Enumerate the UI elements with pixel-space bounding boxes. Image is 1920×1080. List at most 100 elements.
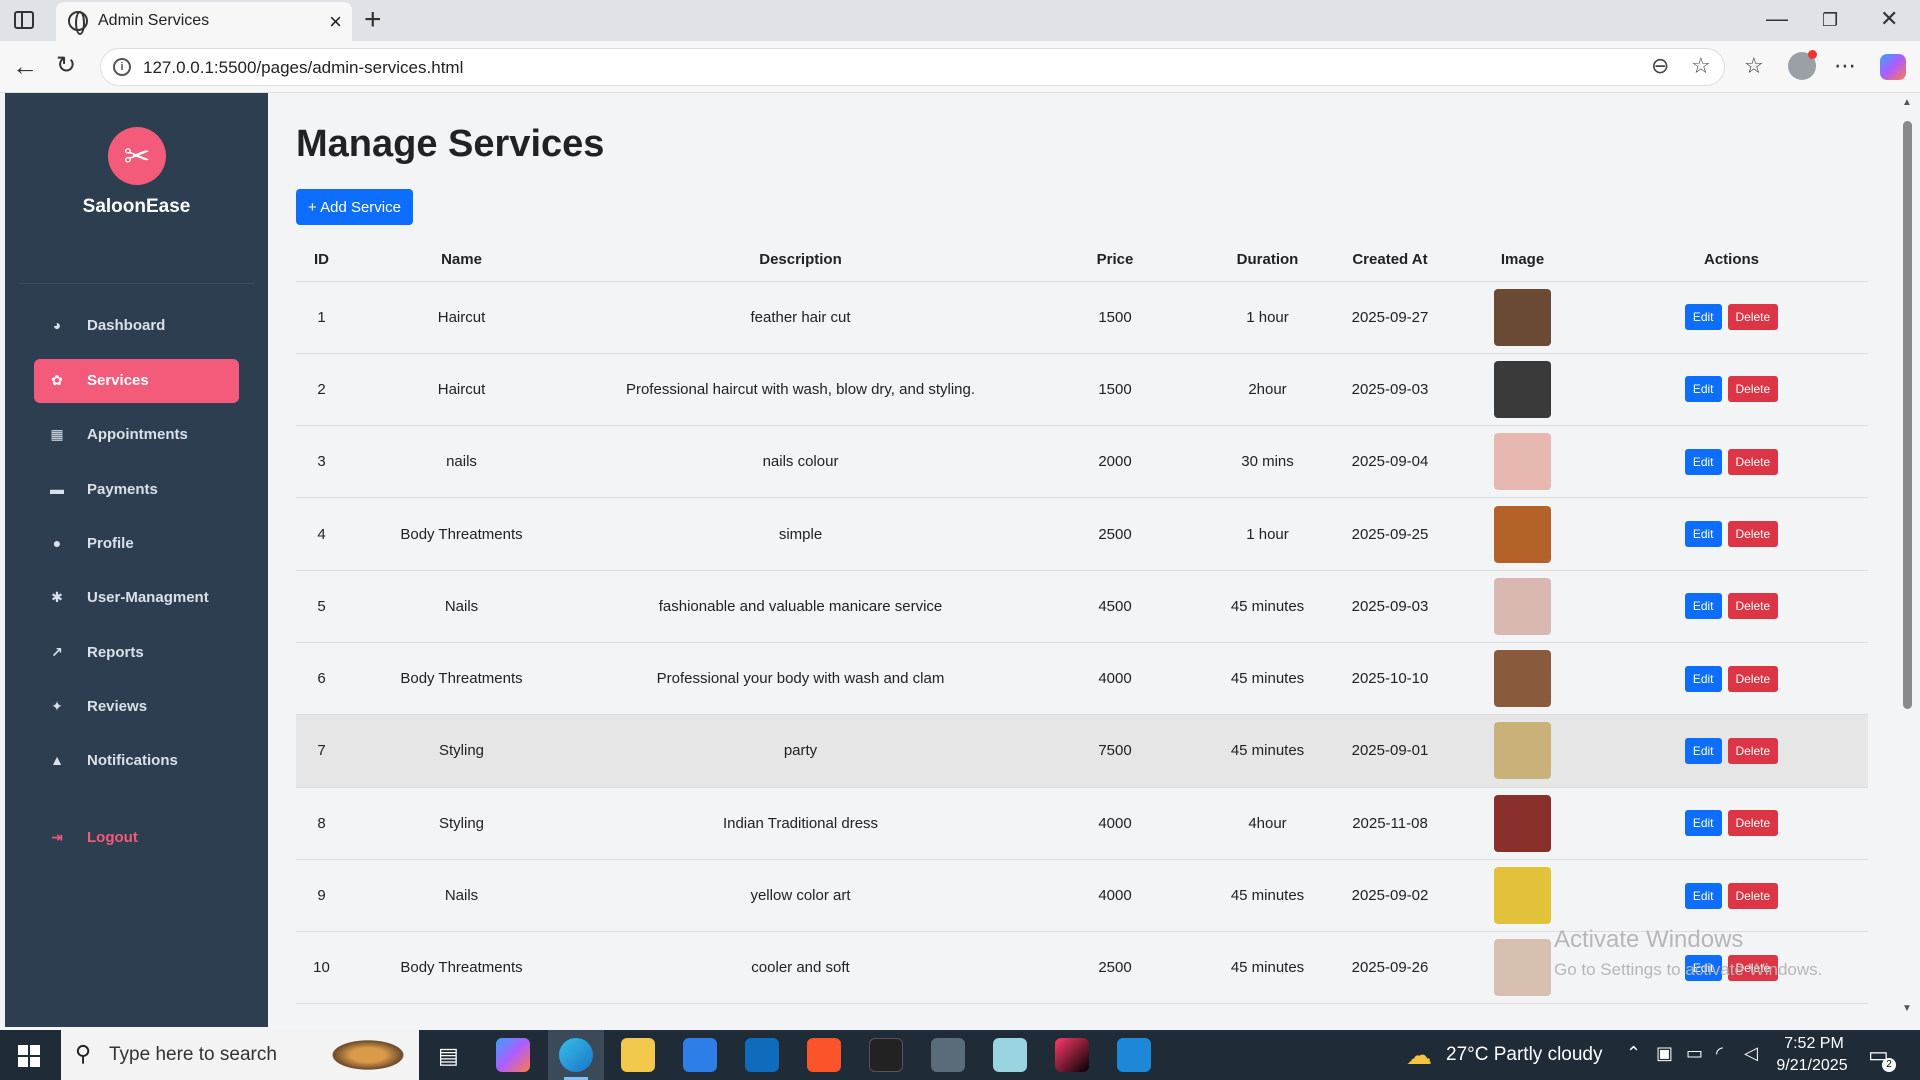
service-description-cell: yellow color art [576, 859, 1025, 933]
service-image-cell [1450, 714, 1595, 788]
edit-button[interactable]: Edit [1684, 521, 1722, 548]
service-actions-cell: Edit Delete [1595, 931, 1868, 1005]
column-header: Price [1025, 239, 1205, 282]
delete-button[interactable]: Delete [1727, 304, 1779, 331]
scroll-down-icon[interactable]: ▼ [1902, 1003, 1912, 1014]
edit-button[interactable]: Edit [1684, 376, 1722, 403]
volume-icon[interactable]: ◁ [1744, 1043, 1758, 1064]
app-icon[interactable] [931, 1038, 965, 1072]
page-title: Manage Services [296, 123, 605, 165]
sidebar-item-services[interactable]: ✿ Services [34, 359, 239, 403]
service-duration-cell: 1 hour [1205, 497, 1330, 571]
sidebar-item-reviews[interactable]: ✦ Reviews [34, 685, 239, 729]
brave-icon[interactable] [807, 1038, 841, 1072]
favorite-star-icon[interactable]: ☆ [1691, 53, 1711, 79]
task-view-icon[interactable]: ▤ [438, 1043, 459, 1069]
add-service-button[interactable]: + Add Service [296, 189, 413, 225]
delete-button[interactable]: Delete [1727, 521, 1779, 548]
sidebar-item-reports[interactable]: ↗ Reports [34, 631, 239, 675]
scroll-up-icon[interactable]: ▲ [1902, 97, 1912, 108]
sidebar-item-payments[interactable]: ▬ Payments [34, 468, 239, 512]
sidebar-item-notifications[interactable]: ▲ Notifications [34, 739, 239, 783]
service-id-cell: 10 [296, 931, 347, 1005]
sidebar-item-appointments[interactable]: ▦ Appointments [34, 413, 239, 457]
intellij-icon[interactable] [1055, 1038, 1089, 1072]
delete-button[interactable]: Delete [1727, 882, 1779, 909]
page-scrollbar[interactable]: ▲ ▼ [1898, 93, 1916, 1030]
delete-button[interactable]: Delete [1727, 376, 1779, 403]
edit-button[interactable]: Edit [1684, 593, 1722, 620]
outlook-icon[interactable] [745, 1038, 779, 1072]
tab-actions-icon[interactable] [14, 11, 34, 29]
edit-button[interactable]: Edit [1684, 882, 1722, 909]
clock-date[interactable]: 9/21/2025 [1772, 1057, 1852, 1075]
edit-button[interactable]: Edit [1684, 954, 1722, 981]
chevron-up-icon[interactable]: ⌃ [1626, 1043, 1641, 1064]
service-description-cell: nails colour [576, 425, 1025, 499]
weather-icon[interactable]: ☁ [1406, 1040, 1432, 1071]
close-window-icon[interactable]: ✕ [1880, 6, 1898, 32]
sidebar-item-label: Services [87, 372, 149, 389]
microsoft-store-icon[interactable] [683, 1038, 717, 1072]
restore-icon[interactable]: ❐ [1822, 10, 1838, 31]
scrollbar-thumb[interactable] [1903, 121, 1912, 709]
service-price-cell: 4000 [1025, 859, 1205, 933]
brand-name: SaloonEase [82, 196, 191, 217]
delete-button[interactable]: Delete [1727, 810, 1779, 837]
table-header-row: ID Name Description Price Duration Creat… [296, 239, 1868, 282]
column-header: Duration [1205, 239, 1330, 282]
weather-text[interactable]: 27°C Partly cloudy [1446, 1044, 1603, 1066]
windows-start-icon[interactable] [18, 1045, 40, 1067]
copilot-icon[interactable] [1880, 54, 1906, 80]
delete-button[interactable]: Delete [1727, 448, 1779, 475]
taskbar-search-input[interactable]: ⚲ Type here to search [61, 1030, 419, 1080]
site-info-icon[interactable]: i [113, 58, 131, 76]
vscode-icon[interactable] [1117, 1038, 1151, 1072]
favorites-icon[interactable]: ☆ [1744, 53, 1764, 79]
notes-app-icon[interactable] [993, 1038, 1027, 1072]
service-id-cell: 8 [296, 787, 347, 860]
mysql-icon[interactable] [869, 1038, 903, 1072]
edit-button[interactable]: Edit [1684, 304, 1722, 331]
service-created-at-cell: 2025-09-02 [1330, 859, 1450, 933]
edit-button[interactable]: Edit [1684, 810, 1722, 837]
table-row: 2 Haircut Professional haircut with wash, … [296, 353, 1868, 427]
table-row: 10 Body Threatments cooler and soft 2500 45 … [296, 931, 1868, 1005]
delete-button[interactable]: Delete [1727, 737, 1779, 764]
edge-app-icon[interactable] [559, 1038, 593, 1072]
service-duration-cell: 45 minutes [1205, 714, 1330, 788]
zoom-icon[interactable]: ⊖ [1651, 53, 1669, 79]
sidebar-item-user-management[interactable]: ✱ User-Managment [34, 576, 239, 620]
device-icon[interactable]: ▣ [1656, 1043, 1673, 1064]
browser-tab[interactable]: Admin Services × [56, 2, 352, 41]
service-duration-cell: 4hour [1205, 787, 1330, 860]
delete-button[interactable]: Delete [1727, 665, 1779, 692]
more-menu-icon[interactable]: ⋯ [1834, 53, 1856, 79]
sidebar-item-label: Reviews [87, 698, 148, 715]
table-row: 6 Body Threatments Professional your body … [296, 642, 1868, 716]
delete-button[interactable]: Delete [1727, 593, 1779, 620]
battery-icon[interactable]: ▭ [1686, 1043, 1703, 1064]
url-field[interactable]: i 127.0.0.1:5500/pages/admin-services.ht… [100, 48, 1725, 86]
windows-taskbar: ⚲ Type here to search ▤ ☁ 27°C Partly cl… [0, 1030, 1920, 1080]
refresh-icon[interactable]: ↻ [56, 51, 76, 80]
service-created-at-cell: 2025-09-26 [1330, 931, 1450, 1005]
service-id-cell: 4 [296, 497, 347, 571]
copilot-app-icon[interactable] [496, 1038, 530, 1072]
close-tab-icon[interactable]: × [329, 9, 342, 35]
minimize-icon[interactable]: — [1766, 6, 1788, 32]
service-thumbnail [1494, 794, 1551, 852]
edit-button[interactable]: Edit [1684, 665, 1722, 692]
sidebar-item-logout[interactable]: ⇥ Logout [34, 816, 239, 860]
wifi-icon[interactable]: ◜ [1716, 1043, 1723, 1064]
sidebar-item-dashboard[interactable]: ◕ Dashboard [34, 304, 239, 348]
delete-button[interactable]: Delete [1727, 954, 1779, 981]
edit-button[interactable]: Edit [1684, 448, 1722, 475]
sidebar-item-profile[interactable]: ● Profile [34, 522, 239, 566]
new-tab-icon[interactable]: + [364, 3, 382, 37]
back-icon[interactable]: ← [12, 51, 38, 82]
file-explorer-icon[interactable] [621, 1038, 655, 1072]
clock-time[interactable]: 7:52 PM [1784, 1035, 1844, 1053]
service-actions-cell: Edit Delete [1595, 570, 1868, 643]
edit-button[interactable]: Edit [1684, 737, 1722, 764]
